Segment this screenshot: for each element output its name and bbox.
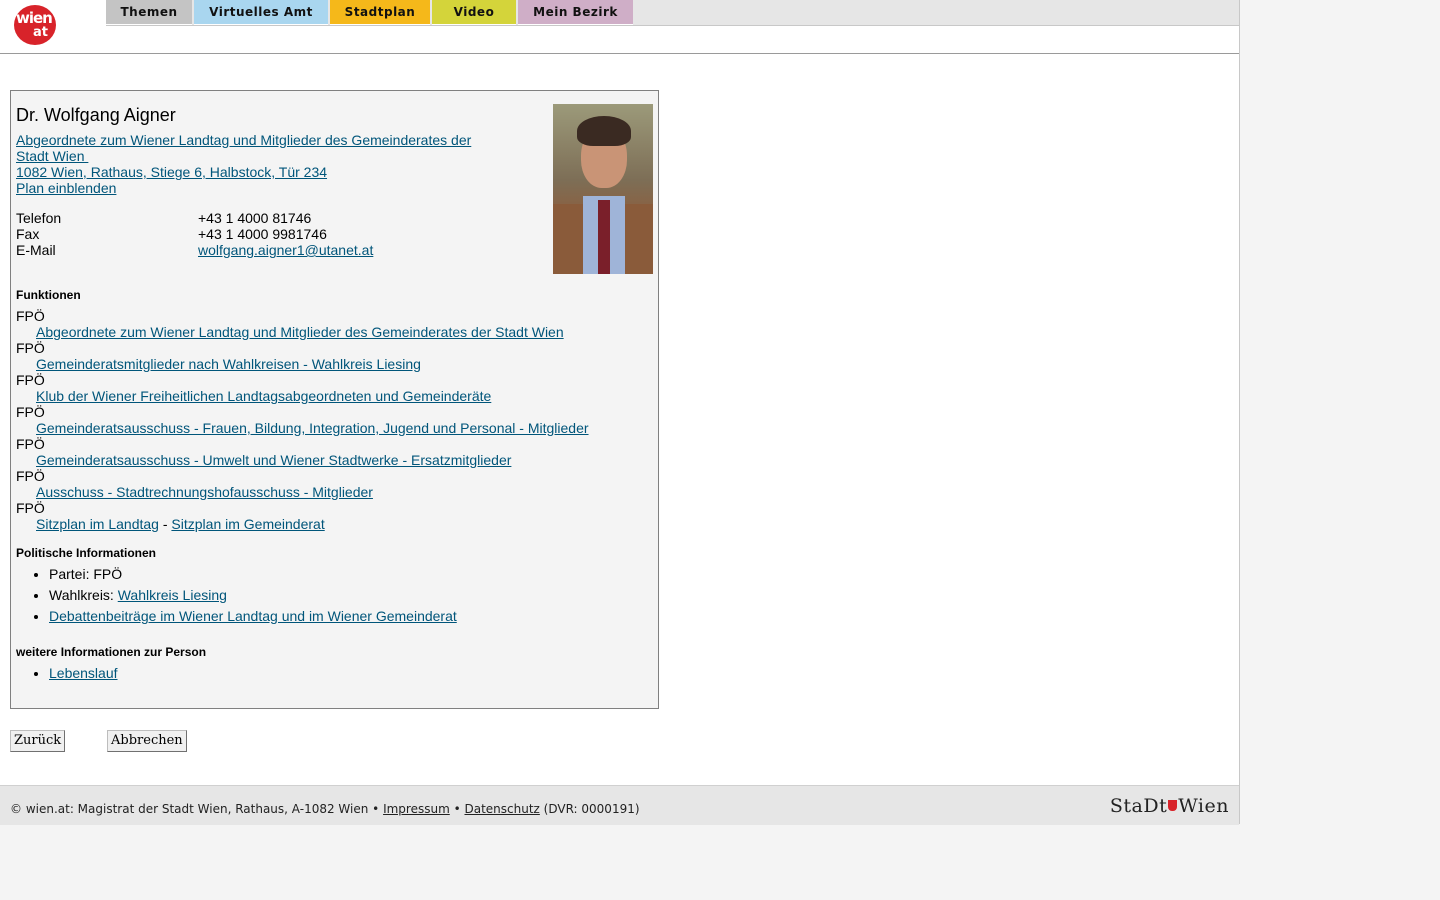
impressum-link[interactable]: Impressum bbox=[383, 802, 450, 816]
political-info-list: Partei: FPÖ Wahlkreis: Wahlkreis Liesing… bbox=[16, 566, 457, 629]
datenschutz-link[interactable]: Datenschutz bbox=[464, 802, 539, 816]
political-info-heading: Politische Informationen bbox=[16, 546, 157, 560]
seating-plan-gemeinderat-link[interactable]: Sitzplan im Gemeinderat bbox=[171, 516, 324, 532]
dvr-text: (DVR: 0000191) bbox=[539, 802, 640, 816]
back-button[interactable]: Zurück bbox=[10, 730, 66, 752]
functions-list: FPÖ Abgeordnete zum Wiener Landtag und M… bbox=[16, 308, 589, 532]
district-link[interactable]: Wahlkreis Liesing bbox=[118, 587, 227, 603]
copyright-text: © wien.at: Magistrat der Stadt Wien, Rat… bbox=[10, 802, 384, 816]
tab-stadtplan[interactable]: Stadtplan bbox=[330, 0, 430, 25]
person-name: Dr. Wolfgang Aigner bbox=[16, 105, 176, 125]
function-link[interactable]: Klub der Wiener Freiheitlichen Landtagsa… bbox=[16, 388, 589, 404]
district-label: Wahlkreis: bbox=[49, 587, 118, 603]
cv-link[interactable]: Lebenslauf bbox=[49, 665, 118, 681]
contact-row-phone: Telefon +43 1 4000 81746 bbox=[16, 210, 373, 226]
person-card: Dr. Wolfgang Aigner Abgeordnete zum Wien… bbox=[10, 90, 659, 709]
site-footer: © wien.at: Magistrat der Stadt Wien, Rat… bbox=[0, 785, 1239, 825]
debate-item: Debattenbeiträge im Wiener Landtag und i… bbox=[49, 608, 457, 624]
tab-virtuelles-amt[interactable]: Virtuelles Amt bbox=[194, 0, 328, 25]
email-label: E-Mail bbox=[16, 242, 56, 258]
function-party: FPÖ bbox=[16, 436, 45, 452]
function-party: FPÖ bbox=[16, 372, 45, 388]
function-link[interactable]: Abgeordnete zum Wiener Landtag und Mitgl… bbox=[16, 324, 589, 340]
functions-heading: Funktionen bbox=[16, 288, 81, 302]
email-link[interactable]: wolfgang.aigner1@utanet.at bbox=[198, 242, 373, 258]
contact-row-fax: Fax +43 1 4000 9981746 bbox=[16, 226, 373, 242]
footer-text: © wien.at: Magistrat der Stadt Wien, Rat… bbox=[10, 802, 640, 816]
logo-word: wien bbox=[16, 9, 53, 27]
seating-plan-separator: - bbox=[158, 516, 172, 532]
person-photo bbox=[553, 104, 653, 274]
logo-at: at bbox=[32, 25, 49, 40]
function-party: FPÖ bbox=[16, 340, 45, 356]
tab-mein-bezirk[interactable]: Mein Bezirk bbox=[518, 0, 633, 25]
phone-value: +43 1 4000 81746 bbox=[198, 210, 312, 226]
function-party: FPÖ bbox=[16, 500, 45, 516]
district-item: Wahlkreis: Wahlkreis Liesing bbox=[49, 587, 457, 603]
wien-at-logo[interactable]: wien at bbox=[14, 5, 56, 45]
plan-link[interactable]: Plan einblenden bbox=[16, 180, 116, 196]
role-link[interactable]: Abgeordnete zum Wiener Landtag und Mitgl… bbox=[16, 132, 471, 164]
party-item: Partei: FPÖ bbox=[49, 566, 457, 582]
tab-video[interactable]: Video bbox=[432, 0, 516, 25]
cancel-button[interactable]: Abbrechen bbox=[107, 730, 187, 752]
seating-plan-links: Sitzplan im Landtag - Sitzplan im Gemein… bbox=[16, 516, 589, 532]
fax-label: Fax bbox=[16, 226, 40, 242]
function-party: FPÖ bbox=[16, 468, 45, 484]
site-header: wien at Themen Virtuelles Amt Stadtplan … bbox=[0, 0, 1239, 54]
further-info-heading: weitere Informationen zur Person bbox=[16, 645, 207, 659]
fax-value: +43 1 4000 9981746 bbox=[198, 226, 327, 242]
phone-label: Telefon bbox=[16, 210, 62, 226]
cv-item: Lebenslauf bbox=[49, 665, 118, 681]
seating-plan-landtag-link[interactable]: Sitzplan im Landtag bbox=[36, 516, 159, 532]
contact-row-email: E-Mail wolfgang.aigner1@utanet.at bbox=[16, 242, 373, 258]
wien-shield-icon bbox=[1168, 800, 1178, 811]
function-link[interactable]: Ausschuss - Stadtrechnungshofausschuss -… bbox=[16, 484, 589, 500]
page: wien at Themen Virtuelles Amt Stadtplan … bbox=[0, 0, 1240, 825]
function-link[interactable]: Gemeinderatsausschuss - Umwelt und Wiene… bbox=[16, 452, 589, 468]
function-link[interactable]: Gemeinderatsmitglieder nach Wahlkreisen … bbox=[16, 356, 589, 372]
function-party: FPÖ bbox=[16, 308, 45, 324]
function-link[interactable]: Gemeinderatsausschuss - Frauen, Bildung,… bbox=[16, 420, 589, 436]
stadt-wien-logo[interactable]: StaDt Wien bbox=[1110, 795, 1229, 817]
further-info-list: Lebenslauf bbox=[16, 665, 118, 686]
tab-themen[interactable]: Themen bbox=[106, 0, 192, 25]
address-link[interactable]: 1082 Wien, Rathaus, Stiege 6, Halbstock,… bbox=[16, 164, 327, 180]
contact-table: Telefon +43 1 4000 81746 Fax +43 1 4000 … bbox=[16, 210, 373, 258]
function-party: FPÖ bbox=[16, 404, 45, 420]
debate-link[interactable]: Debattenbeiträge im Wiener Landtag und i… bbox=[49, 608, 457, 624]
person-links: Abgeordnete zum Wiener Landtag und Mitgl… bbox=[16, 132, 471, 196]
